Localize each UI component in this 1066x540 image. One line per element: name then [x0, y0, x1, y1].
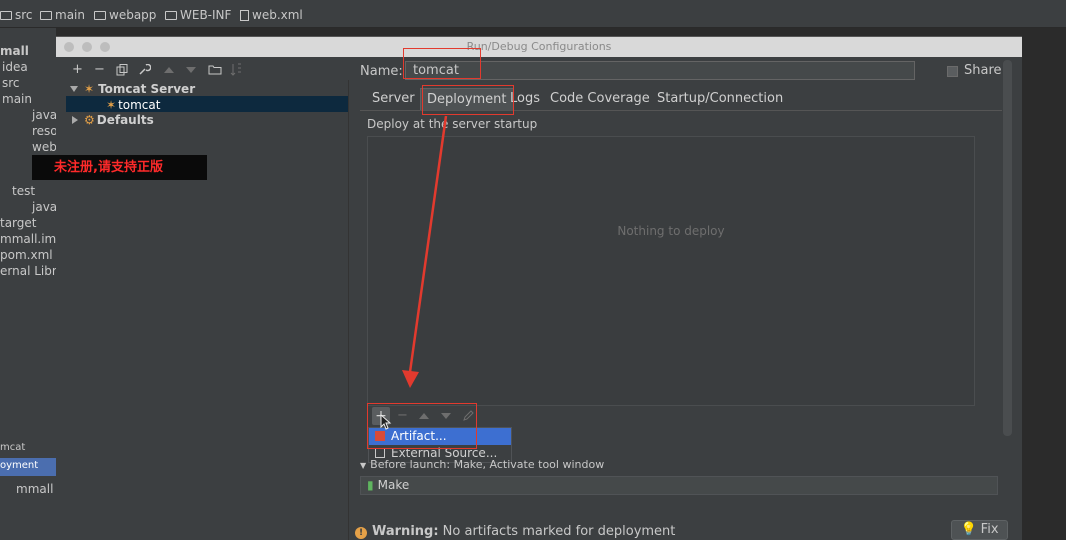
tab-code-coverage[interactable]: Code Coverage — [544, 88, 656, 110]
empty-state-text: Nothing to deploy — [617, 224, 725, 238]
breadcrumb-item-src[interactable]: src — [0, 8, 33, 22]
project-root[interactable]: mall — [0, 44, 29, 58]
share-checkbox[interactable] — [947, 66, 958, 77]
dialog-title-bar: Run/Debug Configurations — [56, 37, 1022, 57]
name-input[interactable]: tomcat — [405, 61, 915, 80]
deployment-list[interactable] — [367, 136, 975, 406]
fix-button[interactable]: 💡 Fix — [951, 520, 1008, 540]
move-up-icon[interactable] — [164, 66, 174, 74]
sort-icon[interactable] — [230, 63, 242, 76]
tree-node-defaults[interactable]: ⚙ Defaults — [72, 112, 154, 128]
run-config-item[interactable]: mcat — [0, 442, 25, 453]
project-item[interactable]: idea — [2, 60, 28, 74]
breadcrumb-item-webapp[interactable]: webapp — [94, 8, 156, 22]
dialog-title: Run/Debug Configurations — [466, 40, 612, 53]
before-launch-task[interactable]: ▮ Make — [360, 476, 998, 495]
breadcrumb: src main webapp WEB-INF web.xml — [0, 0, 1066, 28]
project-item[interactable]: main — [2, 92, 32, 106]
maximize-window-button[interactable] — [100, 42, 110, 52]
run-config-item[interactable]: oyment — [0, 460, 38, 471]
collapse-icon[interactable] — [72, 116, 78, 124]
move-down-icon[interactable] — [186, 66, 196, 74]
project-item[interactable]: reso — [32, 124, 56, 138]
tree-toolbar: + − — [70, 62, 270, 78]
project-item[interactable]: mmall.im — [0, 232, 56, 246]
tree-node-tomcat-server[interactable]: ✶ Tomcat Server — [70, 81, 195, 97]
external-source-icon — [375, 448, 385, 458]
project-item[interactable]: java — [32, 108, 56, 122]
breadcrumb-item-web-xml[interactable]: web.xml — [240, 8, 303, 22]
folder-icon — [165, 11, 177, 20]
breadcrumb-item-main[interactable]: main — [40, 8, 85, 22]
scrollbar[interactable] — [1003, 60, 1012, 436]
minimize-window-button[interactable] — [82, 42, 92, 52]
xml-file-icon — [240, 10, 249, 21]
project-item[interactable]: src — [2, 76, 20, 90]
project-item[interactable]: test — [12, 184, 35, 198]
folder-icon — [94, 11, 106, 20]
annotation-box-deployment-tab — [422, 85, 514, 115]
watermark-label: 未注册,请支持正版 — [32, 155, 207, 180]
breadcrumb-item-web-inf[interactable]: WEB-INF — [165, 8, 231, 22]
tab-server[interactable]: Server — [366, 88, 421, 110]
project-item[interactable]: java — [32, 200, 56, 214]
tomcat-icon: ✶ — [84, 82, 95, 96]
copy-icon[interactable] — [116, 64, 128, 76]
folder-icon[interactable] — [208, 64, 222, 75]
mouse-cursor — [380, 414, 392, 430]
folder-icon — [40, 11, 52, 20]
run-config-item[interactable]: mmall — [16, 482, 53, 496]
tab-startup-connection[interactable]: Startup/Connection — [651, 88, 789, 110]
before-launch-header[interactable]: ▼ Before launch: Make, Activate tool wind… — [360, 458, 604, 471]
close-window-button[interactable] — [64, 42, 74, 52]
warning-icon: ! — [355, 527, 367, 539]
project-pane: mall idea src main java reso web test ja… — [0, 28, 56, 540]
name-label: Name: — [360, 64, 403, 79]
project-item[interactable]: ernal Libr — [0, 264, 56, 278]
share-label: Share — [964, 63, 1002, 78]
lightbulb-icon: 💡 — [960, 522, 977, 537]
tomcat-icon: ✶ — [106, 98, 117, 112]
project-item[interactable]: pom.xml — [0, 248, 53, 262]
annotation-box-name — [403, 48, 481, 79]
expand-icon[interactable] — [70, 86, 78, 92]
project-item[interactable]: web — [32, 140, 56, 154]
add-config-button[interactable]: + — [72, 62, 83, 77]
make-icon: ▮ — [367, 478, 374, 492]
collapse-icon: ▼ — [360, 461, 367, 470]
remove-config-button[interactable]: − — [94, 62, 105, 77]
splitter[interactable] — [348, 80, 352, 540]
config-tree — [66, 80, 348, 540]
project-item[interactable]: target — [0, 216, 37, 230]
tree-node-tomcat[interactable]: ✶ tomcat — [106, 97, 160, 113]
folder-icon — [0, 11, 12, 20]
wrench-icon[interactable] — [138, 64, 151, 76]
warning-message: ! Warning: No artifacts marked for deploy… — [355, 524, 675, 539]
deploy-label: Deploy at the server startup — [367, 117, 538, 131]
wrench-icon: ⚙ — [84, 113, 95, 127]
